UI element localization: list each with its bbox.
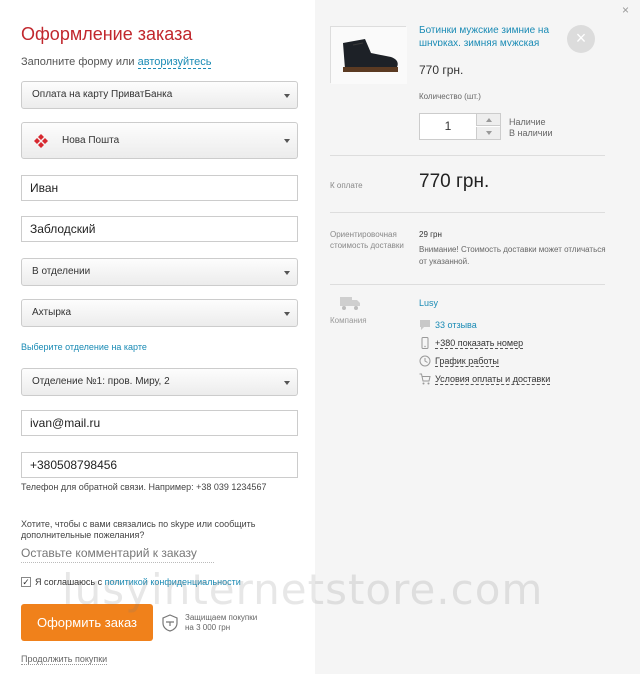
- chevron-down-icon: [284, 312, 290, 316]
- divider: [330, 284, 605, 285]
- payment-select-value: Оплата на карту ПриватБанка: [32, 89, 173, 100]
- agree-checkbox[interactable]: ✓: [21, 577, 31, 587]
- reviews-link[interactable]: 33 отзыва: [435, 320, 477, 330]
- speech-bubble-icon: [420, 320, 430, 330]
- office-select[interactable]: Отделение №1: пров. Миру, 2: [21, 368, 298, 396]
- subtitle-text: Заполните форму или: [21, 56, 135, 68]
- city-select-value: Ахтырка: [32, 307, 72, 318]
- remove-item-button[interactable]: ×: [567, 25, 595, 53]
- close-icon[interactable]: ×: [622, 3, 629, 17]
- availability: Наличие В наличии: [509, 117, 553, 139]
- payment-select[interactable]: Оплата на карту ПриватБанка: [21, 81, 298, 109]
- company-label: Компания: [330, 316, 367, 325]
- first-name-field[interactable]: Иван: [21, 175, 298, 201]
- shield-icon: [162, 614, 178, 632]
- city-select[interactable]: Ахтырка: [21, 299, 298, 327]
- page-title: Оформление заказа: [21, 24, 193, 44]
- map-link[interactable]: Выберите отделение на карте: [21, 342, 147, 352]
- chevron-down-icon: [284, 381, 290, 385]
- clock-icon: [419, 355, 431, 367]
- delivery-select[interactable]: Нова Пошта: [21, 122, 298, 159]
- chevron-down-icon: [284, 94, 290, 98]
- chevron-down-icon: [284, 271, 290, 275]
- chevron-up-icon: [486, 118, 492, 122]
- watermark: lusyinternetstore.com: [62, 565, 544, 614]
- truck-icon: [340, 297, 360, 310]
- form-subtitle: Заполните форму или авторизуйтесь: [21, 56, 212, 69]
- phone-hint: Телефон для обратной связи. Например: +3…: [21, 482, 267, 492]
- buyer-protection-text: Защищаем покупки на 3 000 грн: [185, 613, 257, 633]
- continue-shopping-link[interactable]: Продолжить покупки: [21, 654, 108, 665]
- divider: [330, 212, 605, 213]
- terms-link[interactable]: Условия оплаты и доставки: [435, 374, 551, 385]
- availability-value: В наличии: [509, 128, 553, 138]
- delivery-type-select[interactable]: В отделении: [21, 258, 298, 286]
- delivery-select-value: Нова Пошта: [62, 135, 120, 146]
- quantity-stepper[interactable]: 1: [419, 113, 501, 140]
- quantity-increase-button[interactable]: [476, 114, 500, 126]
- chevron-down-icon: [284, 139, 290, 143]
- chevron-down-icon: [486, 131, 492, 135]
- mobile-phone-icon: [421, 337, 429, 349]
- quantity-decrease-button[interactable]: [476, 127, 500, 139]
- product-name-link[interactable]: Ботинки мужские зимние на шнурках, зимня…: [419, 24, 559, 46]
- shipping-price: 29 грн: [419, 230, 442, 239]
- to-pay-label: К оплате: [330, 181, 363, 190]
- quantity-value[interactable]: 1: [420, 114, 476, 139]
- login-link[interactable]: авторизуйтесь: [137, 56, 212, 69]
- protect-line-1: Защищаем покупки: [185, 613, 258, 622]
- show-phone-link[interactable]: +380 показать номер: [435, 338, 524, 349]
- seller-link[interactable]: Lusy: [419, 298, 438, 308]
- product-image: [330, 26, 407, 84]
- nova-poshta-logo-icon: [34, 134, 48, 148]
- boot-image-icon: [331, 27, 407, 84]
- order-total: 770 грн.: [419, 171, 490, 192]
- office-select-value: Отделение №1: пров. Миру, 2: [32, 376, 170, 387]
- comment-input[interactable]: Оставьте комментарий к заказу: [21, 546, 214, 563]
- email-field[interactable]: ivan@mail.ru: [21, 410, 298, 436]
- availability-label: Наличие: [509, 117, 546, 127]
- divider: [330, 155, 605, 156]
- shipping-cost-label: Ориентировочная стоимость доставки: [330, 230, 404, 250]
- quantity-label: Количество (шт.): [419, 92, 481, 101]
- cart-icon: [419, 373, 431, 385]
- protect-line-2: на 3 000 грн: [185, 623, 231, 632]
- skype-question: Хотите, чтобы с вами связались по skype …: [21, 519, 256, 540]
- last-name-field[interactable]: Заблодский: [21, 216, 298, 242]
- product-price: 770 грн.: [419, 63, 464, 77]
- schedule-link[interactable]: График работы: [435, 356, 499, 367]
- phone-field[interactable]: +380508798456: [21, 452, 298, 478]
- delivery-type-value: В отделении: [32, 266, 91, 277]
- shipping-note: Внимание! Стоимость доставки может отлич…: [419, 245, 606, 266]
